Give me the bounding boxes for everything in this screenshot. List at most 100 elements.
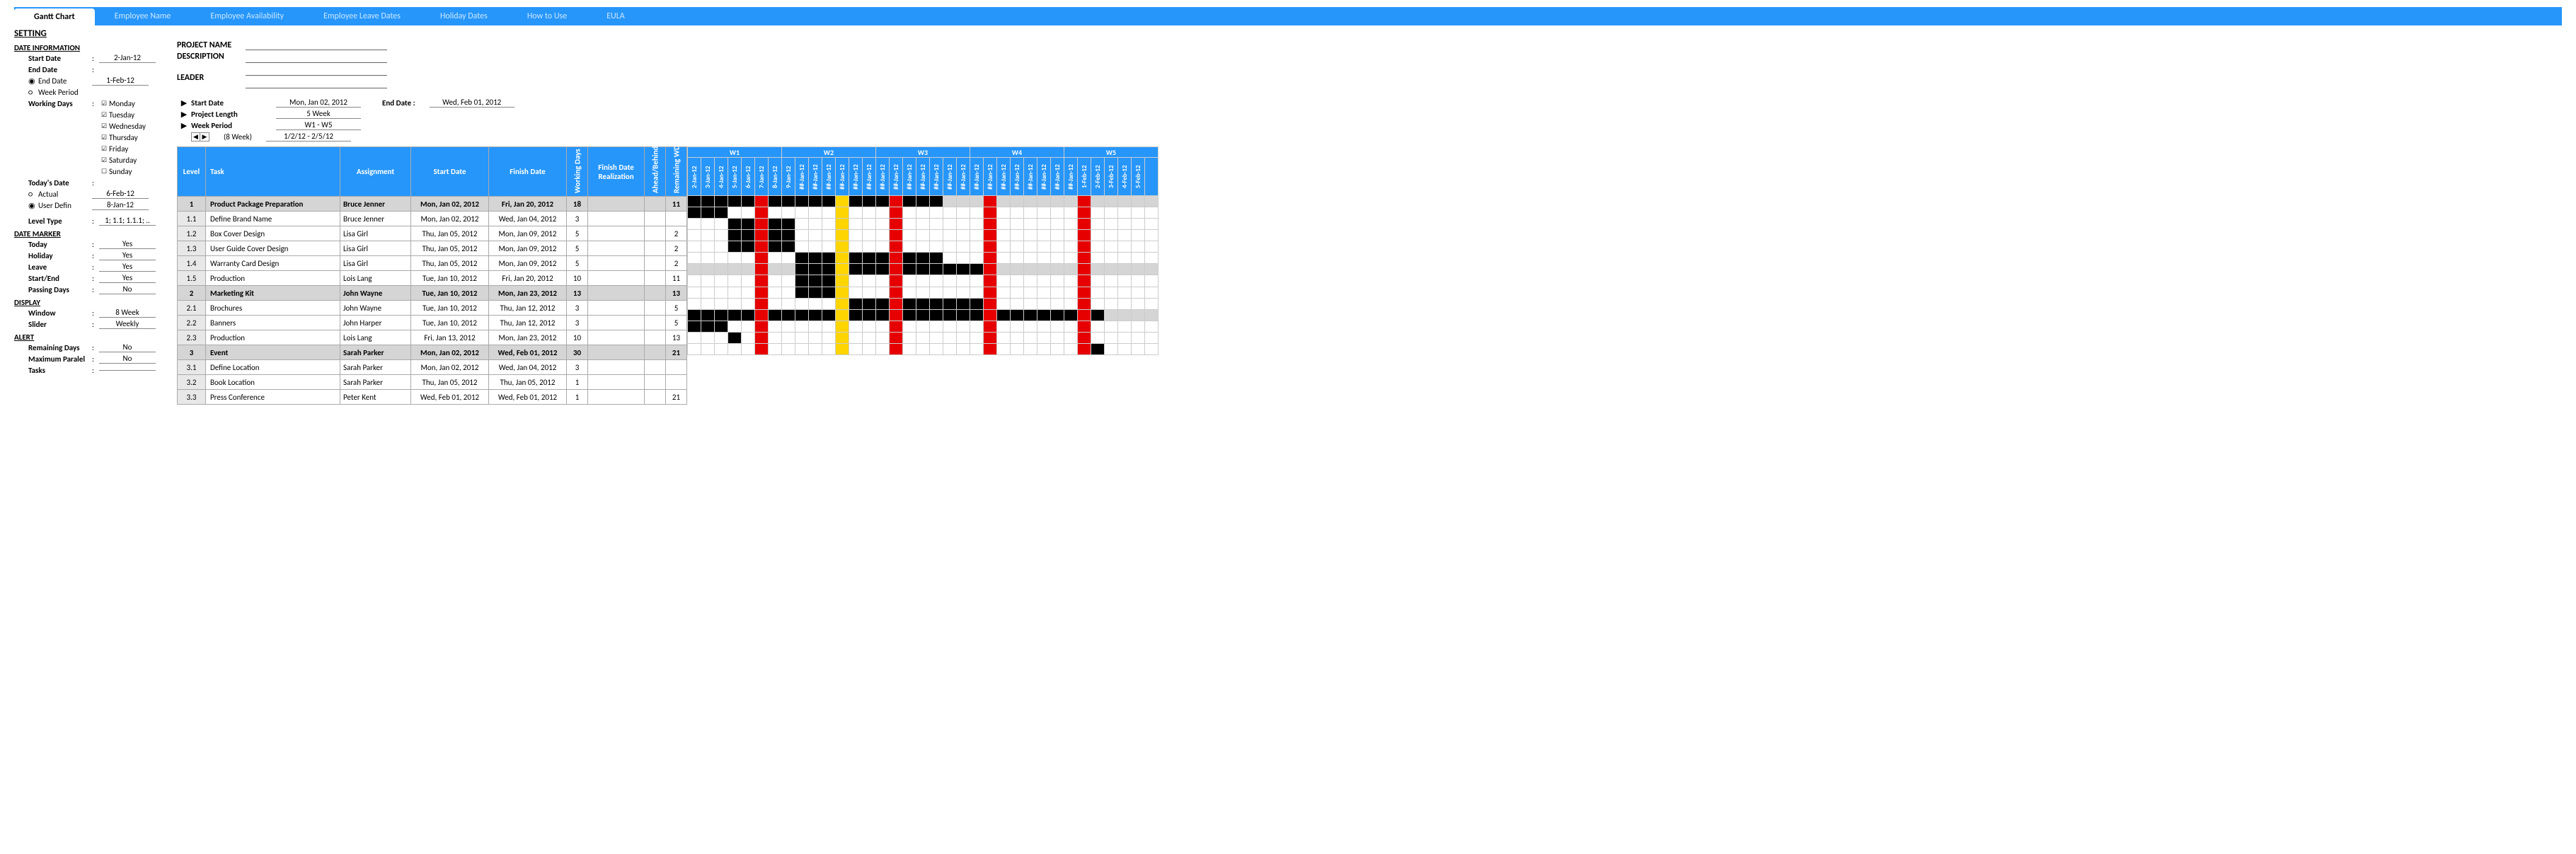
- project-panel: PROJECT NAME DESCRIPTION LEADER ▶ Start …: [177, 40, 2562, 355]
- table-row[interactable]: 3.1Define LocationSarah ParkerMon, Jan 0…: [178, 360, 687, 375]
- date-header: 5-Jan-12: [728, 158, 742, 196]
- week-period-radio[interactable]: ○: [28, 88, 35, 97]
- tab-gantt-chart[interactable]: Gantt Chart: [14, 8, 95, 25]
- actual-label: Actual: [38, 190, 92, 199]
- timeline-row: [688, 298, 1158, 309]
- monday-check[interactable]: ☑: [99, 100, 109, 108]
- sunday-check[interactable]: ☐: [99, 168, 109, 175]
- date-marker-val-0[interactable]: Yes: [99, 239, 156, 249]
- friday-check[interactable]: ☑: [99, 145, 109, 153]
- end-date-label: End Date: [28, 65, 92, 74]
- level-type-input[interactable]: 1; 1.1; 1.1.1; ..: [99, 216, 156, 226]
- col-ab: Ahead/Behind: [645, 147, 666, 197]
- project-desc-input-1[interactable]: [246, 53, 387, 63]
- table-row[interactable]: 1.4Warranty Card DesignLisa GirlThu, Jan…: [178, 256, 687, 271]
- project-leader-input[interactable]: [246, 79, 387, 88]
- saturday-check[interactable]: ☑: [99, 156, 109, 164]
- proj-period-val: W1 - W5: [276, 120, 361, 130]
- project-name-input[interactable]: [246, 40, 387, 50]
- display-val-1[interactable]: Weekly: [99, 319, 156, 329]
- date-marker-label-2: Leave: [28, 262, 92, 272]
- date-header: 7-Jan-12: [755, 158, 769, 196]
- alert-val-1[interactable]: No: [99, 354, 156, 364]
- table-row[interactable]: 3EventSarah ParkerMon, Jan 02, 2012Wed, …: [178, 345, 687, 360]
- date-header: 2-Feb-12: [1091, 158, 1105, 196]
- timeline-row: [688, 219, 1158, 230]
- week-header: W3: [876, 147, 970, 158]
- date-header: 9-Jan-12: [782, 158, 795, 196]
- table-row[interactable]: 2.3ProductionLois LangFri, Jan 13, 2012M…: [178, 330, 687, 345]
- proj-end-val: Wed, Feb 01, 2012: [430, 98, 514, 108]
- proj-period-label: Week Period: [191, 121, 276, 130]
- table-row[interactable]: 1.2Box Cover DesignLisa GirlThu, Jan 05,…: [178, 226, 687, 241]
- date-marker-header: DATE MARKER: [14, 229, 163, 238]
- table-row[interactable]: 1.1Define Brand NameBruce JennerMon, Jan…: [178, 212, 687, 226]
- col-wd: Working Days: [567, 147, 588, 197]
- date-header: ##-Jan-12: [930, 158, 943, 196]
- table-row[interactable]: 2.1BrochuresJohn WayneTue, Jan 10, 2012T…: [178, 301, 687, 316]
- date-info-header: DATE INFORMATION: [14, 43, 163, 52]
- timeline-row: [688, 241, 1158, 253]
- date-header: ##-Jan-12: [1011, 158, 1024, 196]
- date-header: ##-Jan-12: [795, 158, 809, 196]
- col-finish: Finish Date: [489, 147, 567, 197]
- tuesday-check[interactable]: ☑: [99, 111, 109, 119]
- date-marker-val-1[interactable]: Yes: [99, 250, 156, 260]
- date-header: ##-Jan-12: [1051, 158, 1064, 196]
- date-marker-val-4[interactable]: No: [99, 284, 156, 294]
- week-spinner[interactable]: ◀▶: [191, 132, 209, 142]
- date-header: ##-Jan-12: [970, 158, 984, 196]
- project-name-label: PROJECT NAME: [177, 40, 231, 50]
- alert-val-0[interactable]: No: [99, 342, 156, 352]
- display-val-0[interactable]: 8 Week: [99, 308, 156, 318]
- table-row[interactable]: 1.3User Guide Cover DesignLisa GirlThu, …: [178, 241, 687, 256]
- table-row[interactable]: 2.2BannersJohn HarperTue, Jan 10, 2012Th…: [178, 316, 687, 330]
- end-date-input[interactable]: 1-Feb-12: [92, 76, 149, 86]
- start-date-input[interactable]: 2-Jan-12: [99, 53, 156, 63]
- working-days-label: Working Days: [28, 99, 92, 108]
- saturday-label: Saturday: [109, 156, 137, 165]
- display-label-0: Window: [28, 308, 92, 318]
- col-assignment: Assignment: [340, 147, 411, 197]
- project-desc-input-2[interactable]: [246, 66, 387, 76]
- start-date-label: Start Date: [28, 54, 92, 63]
- table-row[interactable]: 1.5ProductionLois LangTue, Jan 10, 2012F…: [178, 271, 687, 286]
- alert-label-1: Maximum Paralel: [28, 354, 92, 364]
- date-header: ##-Jan-12: [890, 158, 903, 196]
- end-date-radio[interactable]: ◉: [28, 76, 35, 86]
- table-row[interactable]: 2Marketing KitJohn WayneTue, Jan 10, 201…: [178, 286, 687, 301]
- table-row[interactable]: 3.2Book LocationSarah ParkerThu, Jan 05,…: [178, 375, 687, 390]
- col-real: Finish Date Realization: [588, 147, 645, 197]
- user-date[interactable]: 8-Jan-12: [92, 200, 149, 210]
- sheet-tabs: Gantt Chart Employee Name Employee Avail…: [14, 7, 2562, 25]
- actual-radio[interactable]: ○: [28, 190, 35, 199]
- tab-employee-leave[interactable]: Employee Leave Dates: [304, 7, 420, 25]
- user-radio[interactable]: ◉: [28, 201, 35, 210]
- tab-eula[interactable]: EULA: [587, 7, 645, 25]
- actual-date[interactable]: 6-Feb-12: [92, 189, 149, 199]
- date-header: ##-Jan-12: [957, 158, 970, 196]
- date-marker-val-3[interactable]: Yes: [99, 273, 156, 283]
- thursday-check[interactable]: ☑: [99, 134, 109, 142]
- wednesday-check[interactable]: ☑: [99, 122, 109, 130]
- date-header: ##-Jan-12: [822, 158, 836, 196]
- proj-start-label: Start Date: [191, 98, 276, 108]
- col-rwd: Remaining WD: [666, 147, 687, 197]
- tab-holiday-dates[interactable]: Holiday Dates: [420, 7, 507, 25]
- table-row[interactable]: 3.3Press ConferencePeter KentWed, Feb 01…: [178, 390, 687, 405]
- friday-label: Friday: [109, 144, 128, 154]
- week-header: W2: [782, 147, 876, 158]
- date-marker-label-4: Passing Days: [28, 285, 92, 294]
- week-header: W1: [688, 147, 782, 158]
- setting-title: SETTING: [14, 28, 2562, 39]
- timeline-row: [688, 196, 1158, 207]
- table-row[interactable]: 1Product Package PreparationBruce Jenner…: [178, 197, 687, 212]
- week-header: W4: [970, 147, 1064, 158]
- date-marker-val-2[interactable]: Yes: [99, 262, 156, 272]
- alert-header: ALERT: [14, 333, 163, 342]
- alert-val-2[interactable]: [99, 370, 156, 371]
- tab-employee-name[interactable]: Employee Name: [95, 7, 191, 25]
- display-label-1: Slider: [28, 320, 92, 329]
- tab-how-to-use[interactable]: How to Use: [507, 7, 587, 25]
- tab-employee-availability[interactable]: Employee Availability: [190, 7, 304, 25]
